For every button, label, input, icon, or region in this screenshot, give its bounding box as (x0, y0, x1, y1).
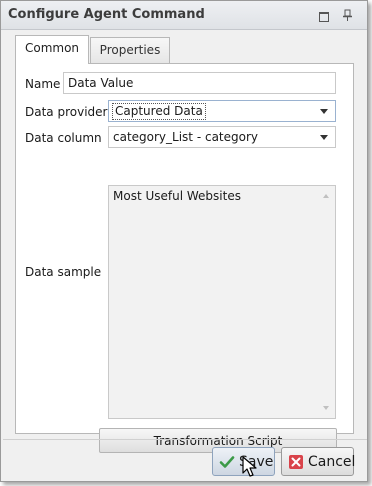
footer-divider (3, 439, 367, 440)
restore-icon[interactable] (317, 9, 330, 22)
data-column-value: category_List - category (113, 130, 259, 144)
dialog-body: Common Properties Name Data Value Data p… (2, 31, 367, 481)
chevron-down-icon[interactable] (320, 109, 328, 114)
name-input-value: Data Value (68, 76, 134, 90)
tab-common[interactable]: Common (15, 35, 89, 64)
name-input[interactable]: Data Value (63, 72, 336, 94)
data-sample-value: Most Useful Websites (113, 189, 241, 203)
data-sample-textarea[interactable]: Most Useful Websites (108, 185, 336, 419)
scroll-up-arrow-icon[interactable] (323, 194, 329, 198)
scroll-down-arrow-icon[interactable] (323, 406, 329, 410)
checkmark-icon (219, 454, 235, 470)
common-tab-panel: Name Data Value Data provider Captured D… (15, 63, 354, 453)
cancel-button-label: Cancel (308, 454, 356, 470)
data-provider-select[interactable]: Captured Data (108, 100, 336, 122)
name-label: Name (25, 77, 61, 91)
data-provider-value: Captured Data (112, 103, 206, 120)
data-column-select[interactable]: category_List - category (108, 126, 336, 148)
cancel-button[interactable]: Cancel (281, 447, 356, 476)
data-sample-label: Data sample (25, 265, 102, 279)
pin-icon[interactable] (341, 9, 354, 22)
configure-agent-command-dialog: Configure Agent Command Common Propertie… (0, 0, 368, 482)
close-icon (288, 454, 304, 470)
data-column-label: Data column (25, 131, 102, 145)
mouse-pointer-icon (242, 456, 258, 481)
chevron-down-icon[interactable] (320, 135, 328, 140)
window-title: Configure Agent Command (8, 7, 205, 22)
data-provider-label: Data provider (25, 105, 108, 119)
title-bar[interactable]: Configure Agent Command (1, 1, 367, 30)
tab-properties[interactable]: Properties (90, 37, 170, 64)
